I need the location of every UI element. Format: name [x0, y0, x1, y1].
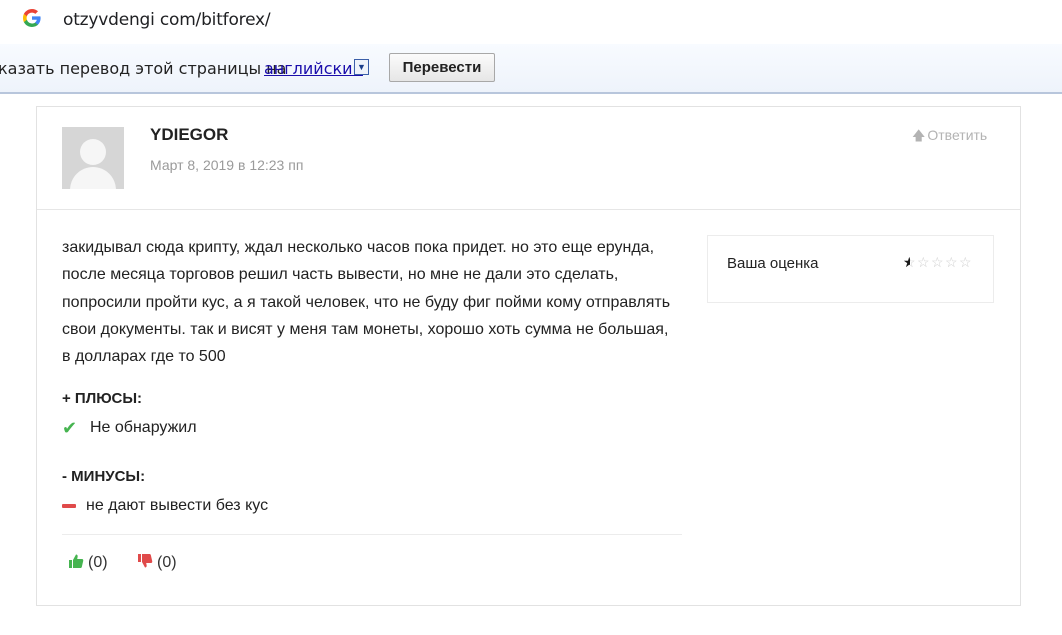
pros-item: Не обнаружил — [90, 419, 197, 436]
star-rating[interactable]: ☆ ★ ☆ ☆ ☆ ☆ — [903, 254, 975, 270]
divider — [62, 534, 682, 535]
reply-button[interactable]: 🡅 Ответить — [912, 127, 987, 149]
arrow-up-icon: 🡅 — [912, 128, 926, 143]
avatar — [62, 127, 124, 189]
avatar-body-shape — [70, 167, 116, 189]
star-icon[interactable]: ☆ — [917, 254, 930, 270]
pros-title: + ПЛЮСЫ: — [62, 390, 143, 407]
dislike-count: (0) — [157, 554, 177, 571]
cons-title: - МИНУСЫ: — [62, 468, 146, 485]
avatar-head-shape — [80, 139, 106, 165]
star-fill-icon: ★ — [903, 254, 910, 270]
translate-button[interactable]: Перевести — [389, 53, 495, 82]
dislike-button[interactable]: (0) — [137, 553, 177, 574]
divider — [37, 209, 1020, 210]
cons-item: не дают вывести без кус — [86, 497, 269, 514]
thumbs-down-icon — [137, 553, 153, 574]
review-text: закидывал сюда крипту, ждал несколько ча… — [62, 239, 671, 366]
review-date: Март 8, 2019 в 12:23 пп — [150, 157, 304, 173]
like-button[interactable]: (0) — [68, 553, 108, 574]
star-icon[interactable]: ☆ — [931, 254, 944, 270]
url-text[interactable]: otzyvdengi com/bitforex/ — [63, 10, 271, 30]
check-icon: ✔ — [62, 418, 78, 438]
star-icon[interactable]: ☆ — [959, 254, 972, 270]
address-bar[interactable]: otzyvdengi com/bitforex/ — [0, 0, 1062, 45]
translate-prompt: казать перевод этой страницы на — [0, 59, 287, 78]
star-icon[interactable]: ☆ — [945, 254, 958, 270]
language-link[interactable]: английский — [264, 59, 363, 78]
language-dropdown-icon[interactable]: ▼ — [354, 59, 369, 75]
reply-label: Ответить — [927, 127, 988, 143]
minus-icon — [62, 504, 76, 508]
google-icon — [23, 9, 41, 29]
thumbs-up-icon — [68, 553, 84, 574]
translate-bar: казать перевод этой страницы на английск… — [0, 44, 1062, 94]
like-count: (0) — [88, 554, 108, 571]
rating-label: Ваша оценка — [727, 255, 819, 272]
author-name[interactable]: YDIEGOR — [150, 125, 228, 145]
